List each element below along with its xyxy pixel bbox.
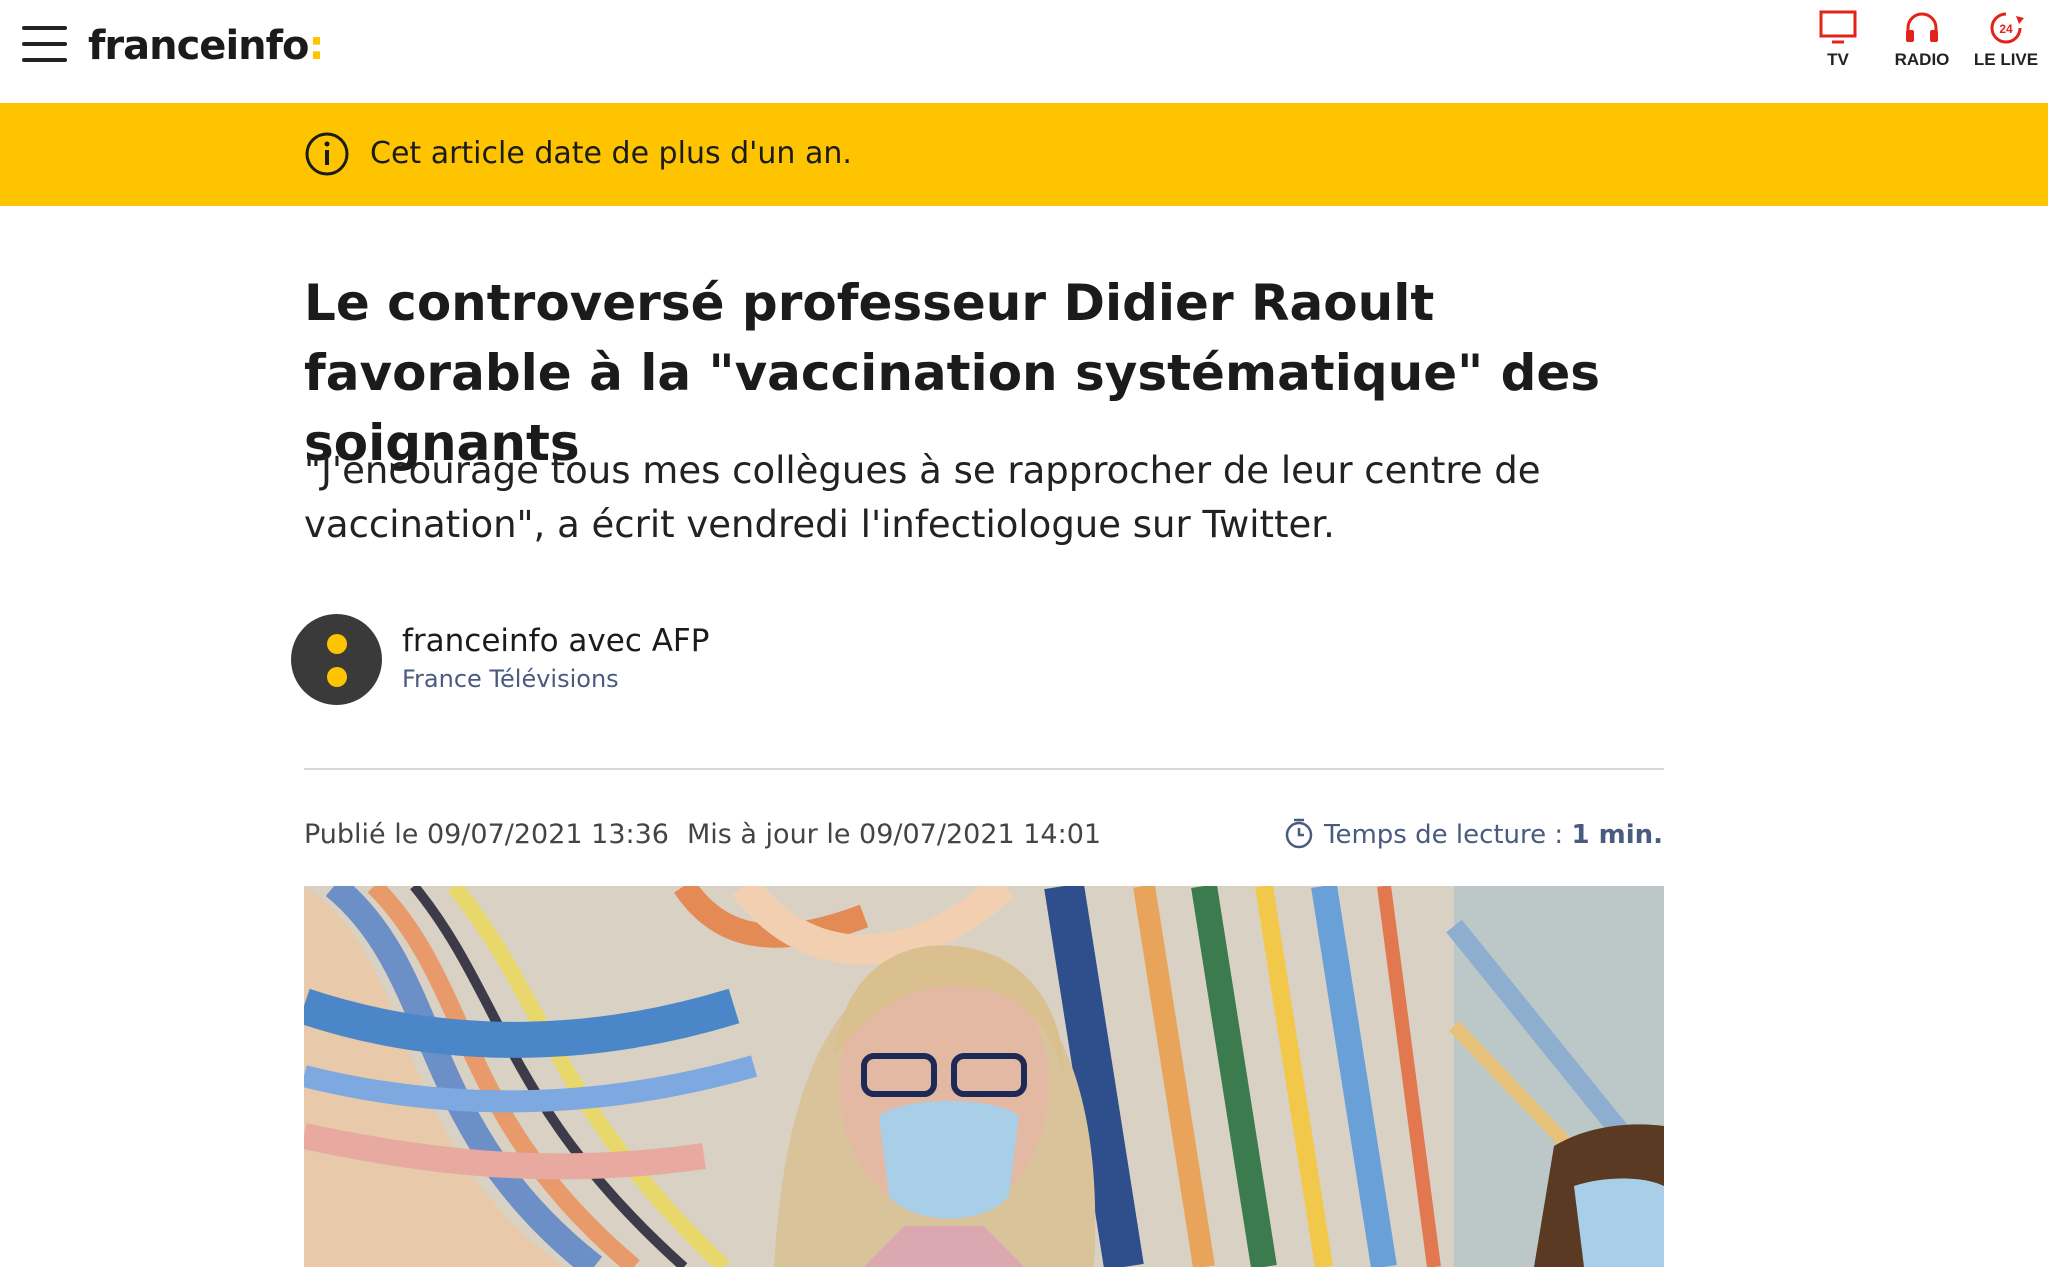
updated-date: Mis à jour le 09/07/2021 14:01 <box>686 819 1102 850</box>
reading-time: Temps de lecture : 1 min. <box>1284 815 1663 855</box>
nav-tv-label: TV <box>1827 50 1849 69</box>
live-24-icon: 24 <box>1990 12 2024 44</box>
timer-icon <box>1285 818 1313 849</box>
nav-live[interactable]: 24 LE LIVE <box>1966 10 2046 80</box>
franceinfo-logo[interactable]: franceinfo: <box>88 18 325 74</box>
site-header: franceinfo: TV RADIO 24 LE LIVE <box>0 0 2048 104</box>
reading-time-label: Temps de lecture : <box>1323 820 1564 850</box>
mosaic-photo-illustration <box>304 886 1664 1267</box>
headphones-icon <box>1906 12 1938 42</box>
article-photo <box>304 886 1664 1267</box>
divider <box>304 768 1664 770</box>
nav-radio[interactable]: RADIO <box>1882 10 1962 80</box>
old-article-banner: Cet article date de plus d'un an. <box>0 103 2048 206</box>
published-date: Publié le 09/07/2021 13:36 <box>304 819 669 850</box>
nav-radio-label: RADIO <box>1894 50 1950 69</box>
author-avatar[interactable] <box>291 614 382 705</box>
reading-time-value: 1 min. <box>1571 820 1663 850</box>
publication-meta: Publié le 09/07/2021 13:36 Mis à jour le … <box>304 815 1101 855</box>
tv-icon <box>1819 10 1857 44</box>
banner-text: Cet article date de plus d'un an. <box>370 136 852 171</box>
info-icon <box>305 132 349 176</box>
author-name[interactable]: franceinfo avec AFP <box>402 620 709 662</box>
svg-text:24: 24 <box>1999 22 2013 36</box>
hamburger-menu-icon[interactable] <box>22 24 68 64</box>
author-organization: France Télévisions <box>402 665 619 693</box>
article-subtitle: "J'encourage tous mes collègues à se rap… <box>304 449 1541 546</box>
nav-tv[interactable]: TV <box>1798 10 1878 80</box>
nav-live-label: LE LIVE <box>1973 50 2039 69</box>
